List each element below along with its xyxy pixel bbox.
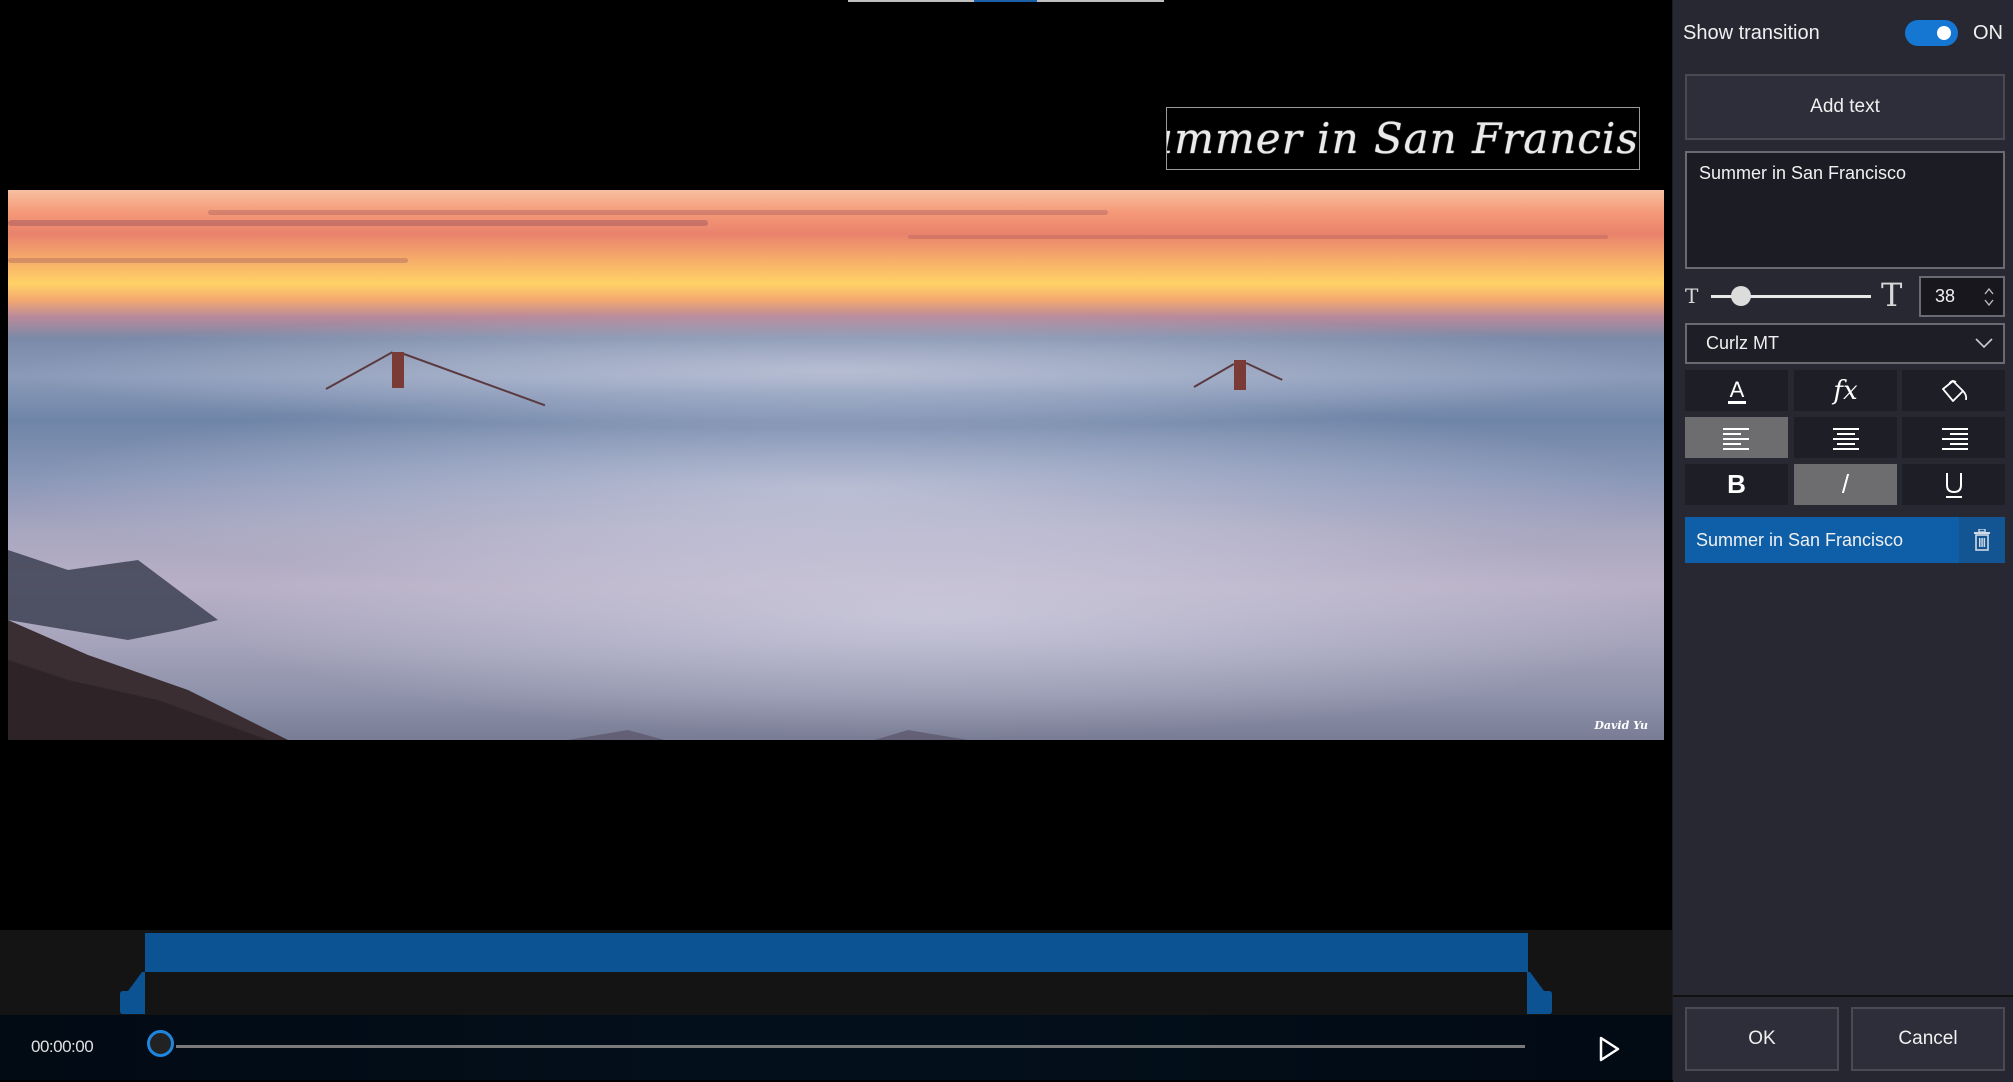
align-left-button[interactable] <box>1685 417 1788 458</box>
seek-bar[interactable] <box>176 1045 1525 1048</box>
text-settings-panel: Show transition ON Add text Summer in Sa… <box>1672 0 2013 1082</box>
font-color-icon: A <box>1727 377 1746 404</box>
toggle-knob <box>1937 26 1951 40</box>
text-duration-bar[interactable] <box>145 933 1528 972</box>
background-fill-button[interactable] <box>1902 370 2005 411</box>
font-size-slider-thumb[interactable] <box>1731 286 1752 306</box>
trim-handle-left[interactable] <box>120 972 146 1014</box>
small-text-icon: T <box>1685 284 1699 308</box>
add-text-button[interactable]: Add text <box>1685 74 2005 140</box>
sky-streak <box>208 210 1108 215</box>
title-text-overlay[interactable]: Summer in San Francisco <box>1166 107 1640 170</box>
underline-button[interactable] <box>1902 464 2005 505</box>
trim-handle-right[interactable] <box>1526 972 1552 1014</box>
font-size-row: T T 38 <box>1685 276 2005 317</box>
delete-text-button[interactable] <box>1959 517 2005 563</box>
align-right-button[interactable] <box>1902 417 2005 458</box>
bold-icon: B <box>1727 469 1746 499</box>
show-transition-toggle[interactable] <box>1905 20 1958 46</box>
bold-button[interactable]: B <box>1685 464 1788 505</box>
font-size-value: 38 <box>1935 286 1956 306</box>
sky-streak <box>8 258 408 263</box>
paint-bucket-icon <box>1941 379 1967 402</box>
timeline-track[interactable] <box>0 930 1672 1015</box>
fx-icon: fx <box>1833 375 1858 406</box>
text-list-item[interactable]: Summer in San Francisco <box>1685 517 2005 563</box>
playback-controls: 00:00:00 <box>0 1015 1672 1080</box>
bridge-tower-left <box>392 352 404 388</box>
show-transition-label: Show transition <box>1683 22 1820 44</box>
current-time: 00:00:00 <box>31 1037 94 1056</box>
video-preview: Summer in San Francisco David Yu <box>0 0 1672 930</box>
align-center-icon <box>1832 427 1859 450</box>
chevron-down-icon <box>1975 338 1993 349</box>
preview-photo: David Yu <box>8 190 1664 740</box>
ok-button[interactable]: OK <box>1685 1007 1839 1071</box>
font-color-button[interactable]: A <box>1685 370 1788 411</box>
font-family-value: Curlz MT <box>1706 333 1779 353</box>
top-scroll-thumb[interactable] <box>974 0 1037 2</box>
play-icon <box>1599 1036 1620 1062</box>
align-left-icon <box>1722 427 1749 450</box>
trash-icon <box>1974 529 1990 551</box>
text-content-field[interactable]: Summer in San Francisco <box>1685 151 2005 269</box>
italic-button[interactable]: / <box>1794 464 1897 505</box>
text-list-item-label: Summer in San Francisco <box>1696 529 1904 550</box>
photo-watermark: David Yu <box>1594 719 1648 732</box>
font-family-dropdown[interactable]: Curlz MT <box>1685 323 2005 364</box>
seek-thumb[interactable] <box>147 1030 174 1057</box>
cancel-button[interactable]: Cancel <box>1851 1007 2005 1071</box>
underline-icon <box>1945 472 1962 498</box>
italic-icon: / <box>1841 469 1850 499</box>
bridge-tower-right <box>1234 360 1246 390</box>
font-size-input[interactable]: 38 <box>1919 276 2005 317</box>
show-transition-row: Show transition ON <box>1683 20 2003 50</box>
sky-streak <box>8 220 708 226</box>
align-right-icon <box>1941 427 1968 450</box>
svg-text:A: A <box>1729 377 1744 402</box>
toggle-state-label: ON <box>1973 22 2003 44</box>
align-center-button[interactable] <box>1794 417 1897 458</box>
large-text-icon: T <box>1881 276 1903 314</box>
text-effects-button[interactable]: fx <box>1794 370 1897 411</box>
sky-streak <box>908 235 1608 239</box>
dialog-footer: OK Cancel <box>1673 995 2013 1082</box>
hillside <box>8 550 1108 740</box>
spin-arrows-icon[interactable] <box>1983 286 1995 308</box>
font-size-slider[interactable] <box>1711 286 1871 306</box>
play-button[interactable] <box>1598 1035 1622 1063</box>
